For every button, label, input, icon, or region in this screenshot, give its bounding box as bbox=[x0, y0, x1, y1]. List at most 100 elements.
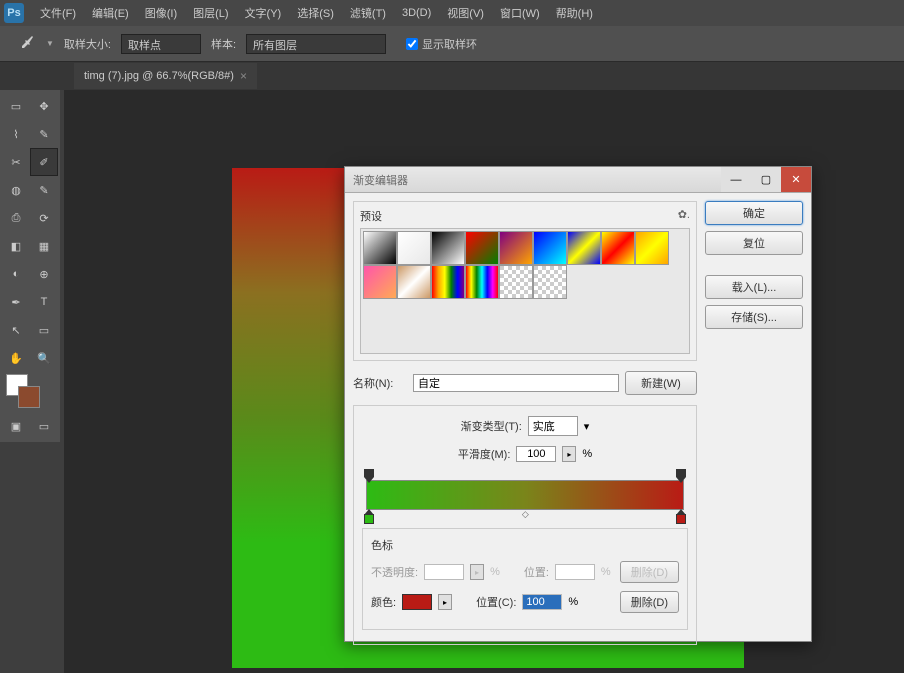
chevron-down-icon[interactable]: ▾ bbox=[584, 420, 590, 433]
dialog-title: 渐变编辑器 bbox=[353, 172, 721, 188]
wand-tool[interactable]: ✎ bbox=[30, 120, 58, 148]
opacity-position-unit: % bbox=[601, 566, 611, 578]
save-button[interactable]: 存储(S)... bbox=[705, 305, 803, 329]
toolbox: ▭✥ ⌇✎ ✂✐ ◍✎ ⎙⟳ ◧▦ ◐⊕ ✒T ↖▭ ✋🔍 ▣▭ bbox=[0, 90, 60, 442]
stamp-tool[interactable]: ⎙ bbox=[2, 204, 30, 232]
blur-tool[interactable]: ◐ bbox=[2, 260, 30, 288]
color-swatch[interactable] bbox=[402, 594, 432, 610]
maximize-button[interactable]: ▢ bbox=[751, 167, 781, 192]
lasso-tool[interactable]: ⌇ bbox=[2, 120, 30, 148]
tabbar: timg (7).jpg @ 66.7%(RGB/8#) × bbox=[0, 62, 904, 90]
close-icon[interactable]: × bbox=[240, 69, 247, 83]
pen-tool[interactable]: ✒ bbox=[2, 288, 30, 316]
marquee-tool[interactable]: ▭ bbox=[2, 92, 30, 120]
shape-tool[interactable]: ▭ bbox=[30, 316, 58, 344]
preset-swatch[interactable] bbox=[363, 265, 397, 299]
file-tab[interactable]: timg (7).jpg @ 66.7%(RGB/8#) × bbox=[74, 63, 257, 89]
preset-swatch[interactable] bbox=[397, 231, 431, 265]
gradient-type-select[interactable]: 实底 bbox=[528, 416, 578, 436]
menu-type[interactable]: 文字(Y) bbox=[237, 1, 290, 25]
minimize-button[interactable]: — bbox=[721, 167, 751, 192]
opacity-stop-right[interactable] bbox=[676, 469, 686, 479]
ok-button[interactable]: 确定 bbox=[705, 201, 803, 225]
zoom-tool[interactable]: 🔍 bbox=[30, 344, 58, 372]
gradient-type-group: 渐变类型(T): 实底 ▾ 平滑度(M): ▸ % ◇ bbox=[353, 405, 697, 645]
menu-filter[interactable]: 滤镜(T) bbox=[342, 1, 394, 25]
dodge-tool[interactable]: ⊕ bbox=[30, 260, 58, 288]
preset-swatch[interactable] bbox=[533, 265, 567, 299]
path-tool[interactable]: ↖ bbox=[2, 316, 30, 344]
color-label: 颜色: bbox=[371, 594, 396, 610]
menu-select[interactable]: 选择(S) bbox=[289, 1, 342, 25]
close-button[interactable]: ✕ bbox=[781, 167, 811, 192]
preset-swatch[interactable] bbox=[499, 265, 533, 299]
menu-layer[interactable]: 图层(L) bbox=[185, 1, 236, 25]
smoothness-stepper[interactable]: ▸ bbox=[562, 446, 576, 462]
hand-tool[interactable]: ✋ bbox=[2, 344, 30, 372]
preset-swatch[interactable] bbox=[431, 231, 465, 265]
opacity-unit: % bbox=[490, 566, 500, 578]
color-stop-left[interactable] bbox=[364, 514, 374, 524]
name-label: 名称(N): bbox=[353, 375, 407, 391]
gradient-tool[interactable]: ▦ bbox=[30, 232, 58, 260]
sample-select[interactable]: 所有图层 bbox=[246, 34, 386, 54]
color-stop-right[interactable] bbox=[676, 514, 686, 524]
percent-label: % bbox=[582, 448, 592, 460]
gradient-editor-dialog: 渐变编辑器 — ▢ ✕ 预设 ✿. bbox=[344, 166, 812, 642]
menu-view[interactable]: 视图(V) bbox=[439, 1, 492, 25]
smoothness-input[interactable] bbox=[516, 446, 556, 462]
crop-tool[interactable]: ✂ bbox=[2, 148, 30, 176]
menu-3d[interactable]: 3D(D) bbox=[394, 3, 439, 23]
eyedropper-icon bbox=[20, 34, 36, 53]
color-position-label: 位置(C): bbox=[476, 594, 516, 610]
delete-color-button[interactable]: 删除(D) bbox=[620, 591, 679, 613]
reset-button[interactable]: 复位 bbox=[705, 231, 803, 255]
preset-swatch[interactable] bbox=[499, 231, 533, 265]
quickmask-tool[interactable]: ▣ bbox=[2, 412, 30, 440]
gear-icon[interactable]: ✿. bbox=[678, 208, 690, 224]
color-position-input[interactable] bbox=[522, 594, 562, 610]
stops-title: 色标 bbox=[371, 537, 679, 553]
history-tool[interactable]: ⟳ bbox=[30, 204, 58, 232]
preset-swatch[interactable] bbox=[397, 265, 431, 299]
optionsbar: ▼ 取样大小: 取样点 样本: 所有图层 显示取样环 bbox=[0, 26, 904, 62]
gradient-bar[interactable]: ◇ bbox=[366, 480, 684, 510]
preset-group: 预设 ✿. bbox=[353, 201, 697, 361]
delete-opacity-button: 删除(D) bbox=[620, 561, 679, 583]
preset-swatch[interactable] bbox=[635, 231, 669, 265]
chevron-down-icon[interactable]: ▼ bbox=[46, 39, 54, 48]
screen-mode-tool[interactable]: ▭ bbox=[30, 412, 58, 440]
preset-swatch[interactable] bbox=[363, 231, 397, 265]
menu-image[interactable]: 图像(I) bbox=[137, 1, 185, 25]
menu-help[interactable]: 帮助(H) bbox=[548, 1, 601, 25]
color-picker-arrow[interactable]: ▸ bbox=[438, 594, 452, 610]
show-ring-checkbox[interactable] bbox=[406, 38, 418, 50]
preset-swatch[interactable] bbox=[465, 231, 499, 265]
heal-tool[interactable]: ◍ bbox=[2, 176, 30, 204]
preset-swatch[interactable] bbox=[601, 231, 635, 265]
background-color[interactable] bbox=[18, 386, 40, 408]
dialog-titlebar[interactable]: 渐变编辑器 — ▢ ✕ bbox=[345, 167, 811, 193]
new-button[interactable]: 新建(W) bbox=[625, 371, 697, 395]
preset-swatch[interactable] bbox=[567, 231, 601, 265]
eraser-tool[interactable]: ◧ bbox=[2, 232, 30, 260]
move-tool[interactable]: ✥ bbox=[30, 92, 58, 120]
sample-label: 样本: bbox=[211, 36, 236, 52]
menu-window[interactable]: 窗口(W) bbox=[492, 1, 548, 25]
smoothness-label: 平滑度(M): bbox=[458, 446, 511, 462]
color-position-unit: % bbox=[568, 596, 578, 608]
preset-swatch[interactable] bbox=[431, 265, 465, 299]
preset-swatch[interactable] bbox=[465, 265, 499, 299]
brush-tool[interactable]: ✎ bbox=[30, 176, 58, 204]
opacity-position-input bbox=[555, 564, 595, 580]
opacity-stop-left[interactable] bbox=[364, 469, 374, 479]
type-tool[interactable]: T bbox=[30, 288, 58, 316]
midpoint-marker[interactable]: ◇ bbox=[522, 509, 529, 520]
load-button[interactable]: 载入(L)... bbox=[705, 275, 803, 299]
preset-swatch[interactable] bbox=[533, 231, 567, 265]
eyedropper-tool[interactable]: ✐ bbox=[30, 148, 58, 176]
menu-file[interactable]: 文件(F) bbox=[32, 1, 84, 25]
menu-edit[interactable]: 编辑(E) bbox=[84, 1, 137, 25]
sample-size-select[interactable]: 取样点 bbox=[121, 34, 201, 54]
name-input[interactable] bbox=[413, 374, 619, 392]
